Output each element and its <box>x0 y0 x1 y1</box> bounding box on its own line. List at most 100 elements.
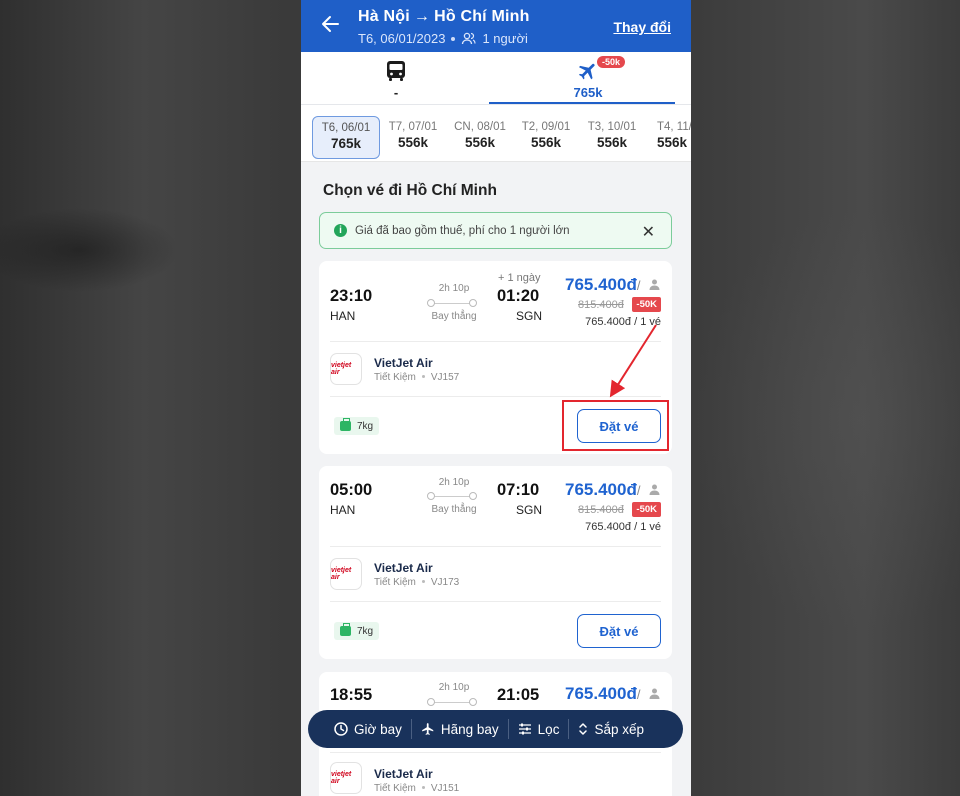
back-arrow-icon[interactable] <box>319 13 341 35</box>
airline-filter-button[interactable]: Hãng bay <box>410 719 508 739</box>
luggage-icon <box>340 418 351 431</box>
sort-button[interactable]: Sắp xếp <box>568 719 653 739</box>
person-icon <box>649 688 660 699</box>
tab-bus[interactable]: - <box>301 52 491 105</box>
date-item[interactable]: T6, 06/01 765k <box>312 116 380 159</box>
bus-icon <box>387 61 405 81</box>
date-label: T3, 10/01 <box>587 121 637 133</box>
baggage-allowance: 7kg <box>334 622 380 640</box>
plane-icon <box>422 723 434 735</box>
airline-name: VietJet Air <box>374 561 433 575</box>
airline-logo: vietjet air <box>330 558 362 590</box>
trip-details: T6, 06/01/2023 1 người <box>358 31 528 46</box>
airline-filter-label: Hãng bay <box>440 721 499 737</box>
annotation-highlight-box <box>562 400 669 451</box>
date-price: 556k <box>464 135 496 150</box>
price-info-notice: i Giá đã bao gồm thuế, phí cho 1 người l… <box>319 212 672 249</box>
date-label: T2, 09/01 <box>521 121 571 133</box>
date-item[interactable]: CN, 08/01 556k <box>446 116 514 159</box>
stops-label: Bay thẳng <box>431 504 477 515</box>
sort-icon <box>579 723 588 735</box>
travel-date: T6, 06/01/2023 <box>358 31 446 46</box>
original-price: 815.400đ <box>578 504 624 516</box>
flight-card[interactable]: 05:00 HAN 2h 10p Bay thẳng 07:10 SGN 765… <box>319 466 672 659</box>
departure-airport: HAN <box>330 503 356 517</box>
divider <box>330 546 661 547</box>
date-label: T4, 11/0 <box>657 121 691 133</box>
flight-number: VJ157 <box>430 372 460 383</box>
flight-duration: 2h 10p <box>438 283 470 294</box>
notice-text: Giá đã bao gồm thuế, phí cho 1 người lớn <box>355 224 570 237</box>
flight-number: VJ151 <box>430 783 460 794</box>
price-value: 765.400đ <box>565 480 637 499</box>
divider <box>330 341 661 342</box>
ticket-price: 765.400đ/ <box>565 684 640 704</box>
baggage-weight: 7kg <box>357 420 374 432</box>
airline-name: VietJet Air <box>374 767 433 781</box>
flight-duration: 2h 10p <box>438 682 470 693</box>
arrival-airport: SGN <box>516 503 543 517</box>
baggage-weight: 7kg <box>357 625 374 637</box>
fare-class: Tiết Kiệm VJ157 <box>374 372 459 383</box>
person-icon <box>649 279 660 290</box>
airline-logo: vietjet air <box>330 762 362 794</box>
sort-label: Sắp xếp <box>594 721 644 737</box>
divider <box>330 601 661 602</box>
plane-discount-badge: -50k <box>597 56 626 68</box>
section-title: Chọn vé đi Hồ Chí Minh <box>323 182 497 199</box>
departure-time: 05:00 <box>330 481 373 499</box>
fare-class: Tiết Kiệm VJ173 <box>374 577 459 588</box>
ticket-price: 765.400đ/ <box>565 275 640 295</box>
arrival-time: 07:10 <box>497 481 540 499</box>
book-ticket-button[interactable]: Đặt vé <box>577 614 661 648</box>
price-slash: / <box>636 483 641 498</box>
tab-plane[interactable]: -50k 765k <box>489 52 683 105</box>
destination-city: Hồ Chí Minh <box>434 8 530 25</box>
airline-logo: vietjet air <box>330 353 362 385</box>
route-line <box>427 698 477 706</box>
date-label: T6, 06/01 <box>321 122 371 134</box>
filter-sliders-icon <box>518 723 531 735</box>
bus-price: - <box>393 85 399 100</box>
bottom-filter-bar: Giờ bay Hãng bay Lọc Sắp xếp <box>308 710 683 748</box>
route-line <box>427 299 477 307</box>
change-search-link[interactable]: Thay đổi <box>613 19 671 35</box>
departure-airport: HAN <box>330 309 356 323</box>
date-label: T7, 07/01 <box>388 121 438 133</box>
passenger-count: 1 người <box>482 31 528 46</box>
transport-tabs: - -50k 765k <box>301 52 691 105</box>
fare-class-label: Tiết Kiệm <box>374 783 416 794</box>
arrival-time: 21:05 <box>497 686 540 704</box>
clock-icon <box>334 722 348 736</box>
divider <box>330 752 661 753</box>
arrival-airport: SGN <box>516 309 543 323</box>
active-tab-indicator <box>489 102 675 104</box>
price-per-ticket: 765.400đ / 1 vé <box>585 521 661 533</box>
route-title: Hà Nội → Hồ Chí Minh <box>358 8 530 26</box>
date-price: 556k <box>397 135 429 150</box>
close-icon[interactable]: ✕ <box>642 222 655 242</box>
ticket-price: 765.400đ/ <box>565 480 640 500</box>
divider <box>330 396 661 397</box>
departure-time: 23:10 <box>330 287 373 305</box>
date-strip: T6, 06/01 765k T7, 07/01 556k CN, 08/01 … <box>301 105 691 162</box>
fare-class-label: Tiết Kiệm <box>374 372 416 383</box>
date-price: 556k <box>596 135 628 150</box>
phone-screen: Hà Nội → Hồ Chí Minh T6, 06/01/2023 1 ngườ… <box>301 0 691 796</box>
price-per-ticket: 765.400đ / 1 vé <box>585 316 661 328</box>
price-value: 765.400đ <box>565 684 637 703</box>
person-icon <box>649 484 660 495</box>
date-item[interactable]: T7, 07/01 556k <box>379 116 447 159</box>
time-filter-label: Giờ bay <box>354 721 402 737</box>
plane-price: 765k <box>573 85 603 100</box>
time-filter-button[interactable]: Giờ bay <box>308 719 411 739</box>
date-item[interactable]: T2, 09/01 556k <box>512 116 580 159</box>
date-item[interactable]: T4, 11/0 556k <box>644 116 691 159</box>
flight-number: VJ173 <box>430 577 460 588</box>
info-icon: i <box>334 224 347 237</box>
date-label: CN, 08/01 <box>454 121 506 133</box>
discount-badge: -50K <box>632 297 661 312</box>
filter-button[interactable]: Lọc <box>507 719 569 739</box>
fare-class: Tiết Kiệm VJ151 <box>374 783 459 794</box>
date-item[interactable]: T3, 10/01 556k <box>578 116 646 159</box>
